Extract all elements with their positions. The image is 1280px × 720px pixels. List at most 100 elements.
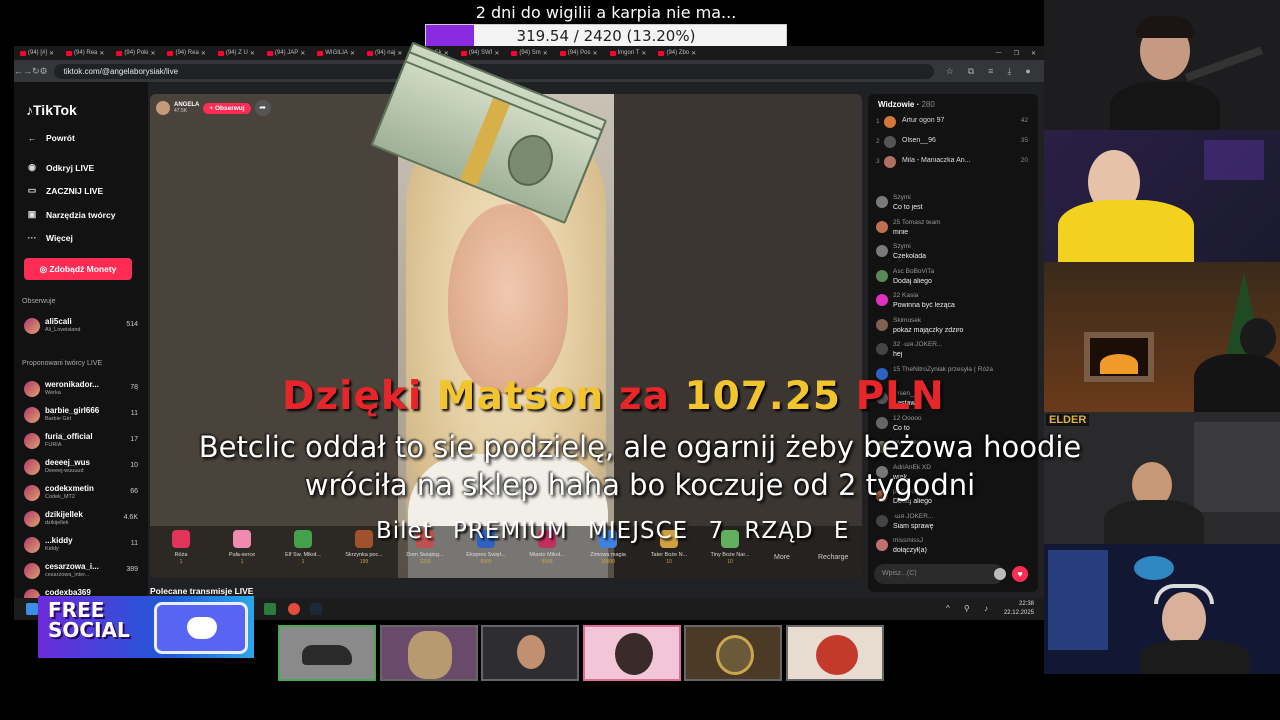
suggested-creator[interactable]: weronikador... Werka 78: [22, 378, 138, 400]
maximize-button[interactable]: ❐: [1014, 50, 1019, 57]
site-info-icon[interactable]: ⚙: [40, 66, 48, 77]
heart-icon[interactable]: ♥: [1012, 566, 1028, 582]
message-user[interactable]: ·ɯᴙ·JOKER...: [893, 513, 1033, 520]
chrome-icon[interactable]: [288, 603, 300, 615]
browser-tab[interactable]: (94) Sm ✕: [505, 47, 553, 59]
tab-close-icon[interactable]: ✕: [691, 50, 696, 57]
viewer-count: 4.6K: [123, 514, 138, 521]
browser-tab[interactable]: (94) Rea ✕: [161, 47, 211, 59]
suggested-creator[interactable]: cesarzowa_i... cesarzowa_inter... 389: [22, 560, 138, 582]
message-user[interactable]: 25 Tomasz team: [893, 219, 1033, 226]
recharge-button[interactable]: Recharge: [818, 554, 848, 561]
browser-tab[interactable]: (94) Poki ✕: [110, 47, 161, 59]
menu-more[interactable]: ··· Więcej: [26, 233, 73, 243]
menu-label: Powrót: [46, 133, 75, 143]
tab-label: (94) [#]: [28, 50, 48, 56]
browser-tab[interactable]: (94) Rea ✕: [60, 47, 110, 59]
windows-start-icon[interactable]: [26, 603, 38, 615]
more-gifts-button[interactable]: More: [774, 554, 790, 561]
avatar[interactable]: [876, 245, 888, 257]
browser-tab[interactable]: (94) [#] ✕: [14, 47, 60, 59]
gift-item[interactable]: Puła-serce 1: [213, 530, 271, 565]
viewer-name: Olsen__96: [902, 137, 936, 144]
steam-icon[interactable]: [310, 603, 322, 615]
top-viewer[interactable]: 2 Olsen__96 35: [876, 134, 1032, 152]
message-user[interactable]: Szymi: [893, 194, 1033, 201]
message-user[interactable]: 15 TheNitroZyniak przesyła ( Róża: [893, 366, 1033, 373]
tab-close-icon[interactable]: ✕: [592, 50, 597, 57]
tab-close-icon[interactable]: ✕: [150, 50, 155, 57]
message-user[interactable]: missmissJ: [893, 537, 1033, 544]
tab-close-icon[interactable]: ✕: [201, 50, 206, 57]
youtube-icon: [66, 50, 73, 56]
suggested-creator[interactable]: barbie_girl666 Barbie Girl 11: [22, 404, 138, 426]
minimize-button[interactable]: —: [996, 50, 1002, 57]
browser-tab[interactable]: (94) Pos ✕: [554, 47, 604, 59]
back-icon[interactable]: ←: [14, 66, 23, 76]
extensions-icon[interactable]: ⧉: [968, 66, 974, 77]
browser-tab[interactable]: (94) Z U ✕: [212, 47, 261, 59]
reload-icon[interactable]: ↻: [32, 66, 40, 77]
browser-tab[interactable]: Imgon T ✕: [604, 47, 653, 59]
system-tray-icons[interactable]: ^ ⚲ ♪: [946, 604, 994, 613]
avatar[interactable]: [876, 514, 888, 527]
tab-close-icon[interactable]: ✕: [494, 50, 499, 57]
chat-input[interactable]: Wpisz...(C): [874, 564, 1004, 584]
tab-close-icon[interactable]: ✕: [99, 50, 104, 57]
followed-user[interactable]: ali5cali Ali_Loveisland 514: [22, 315, 138, 337]
get-coins-button[interactable]: ◎ Zdobądź Monety: [24, 258, 132, 280]
menu-back[interactable]: ← Powrót: [26, 133, 75, 143]
tab-close-icon[interactable]: ✕: [350, 50, 355, 57]
suggested-creator[interactable]: codekxmetin Codek_MT2 66: [22, 482, 138, 504]
suggested-creator[interactable]: deeeej_wus Deeeej-wuuuud 10: [22, 456, 138, 478]
top-viewer[interactable]: 3 Mila - Maniaczka An... 20: [876, 154, 1032, 172]
profile-icon[interactable]: ●: [1025, 66, 1030, 77]
emoji-icon[interactable]: [994, 568, 1006, 580]
avatar[interactable]: [876, 196, 888, 208]
media-icon[interactable]: ≡: [988, 66, 993, 77]
person-body: [1194, 354, 1280, 412]
clock[interactable]: 22:38 22.12.2025: [1004, 600, 1034, 618]
host-avatar[interactable]: [156, 101, 170, 115]
message-user[interactable]: Skimosek: [893, 317, 1033, 324]
gift-item[interactable]: Elf Św. Mikoł... 1: [274, 530, 332, 565]
suggested-creator[interactable]: ...kiddy Kiddy 11: [22, 534, 138, 556]
viewers-heading[interactable]: Widzowie · 280: [878, 100, 935, 109]
browser-tab[interactable]: (94) naj ✕: [361, 47, 408, 59]
avatar[interactable]: [876, 220, 888, 233]
tab-close-icon[interactable]: ✕: [300, 50, 305, 57]
tab-close-icon[interactable]: ✕: [543, 50, 548, 57]
suggested-creator[interactable]: furia_official FURIA 17: [22, 430, 138, 452]
browser-tab[interactable]: (94) SWI ✕: [455, 47, 506, 59]
avatar[interactable]: [876, 318, 888, 331]
follow-button[interactable]: + Obserwuj: [203, 102, 251, 114]
message-user[interactable]: Asc BoBoViTa: [893, 268, 1033, 275]
share-icon[interactable]: ➦: [254, 100, 271, 116]
message-user[interactable]: 32 ·ɯᴙ·JOKER...: [893, 341, 1033, 348]
forward-icon[interactable]: →: [23, 66, 32, 76]
close-button[interactable]: ✕: [1031, 50, 1036, 57]
browser-tab[interactable]: (94) Zbo ✕: [652, 47, 702, 59]
xbox-icon[interactable]: [264, 603, 276, 615]
top-viewer[interactable]: 1 Artur ogon 97 42: [876, 114, 1032, 132]
bookmark-star-icon[interactable]: ☆: [946, 66, 954, 77]
tab-close-icon[interactable]: ✕: [641, 50, 646, 57]
message-user[interactable]: 22 Kasia: [893, 292, 1033, 299]
browser-tab[interactable]: WIGILIA ✕: [311, 47, 361, 59]
tab-close-icon[interactable]: ✕: [397, 50, 402, 57]
download-icon[interactable]: ⤓: [1007, 66, 1011, 77]
avatar[interactable]: [876, 294, 888, 306]
tiktok-logo[interactable]: ♪TikTok: [26, 102, 77, 118]
menu-start-live[interactable]: ▭ ZACZNIJ LIVE: [26, 185, 103, 196]
menu-discover-live[interactable]: ◉ Odkryj LIVE: [26, 162, 94, 173]
message-user[interactable]: Szymi: [893, 243, 1033, 250]
avatar[interactable]: [876, 343, 888, 355]
browser-tab[interactable]: (94) JAP ✕: [261, 47, 311, 59]
gift-item[interactable]: Róża 1: [152, 530, 210, 565]
menu-creator-tools[interactable]: ▣ Narzędzia twórcy: [26, 209, 116, 220]
avatar[interactable]: [876, 269, 888, 282]
avatar[interactable]: [876, 539, 888, 551]
suggested-creator[interactable]: dzikijellek dzikijellek 4.6K: [22, 508, 138, 530]
tab-close-icon[interactable]: ✕: [49, 50, 54, 57]
tab-close-icon[interactable]: ✕: [250, 50, 255, 57]
